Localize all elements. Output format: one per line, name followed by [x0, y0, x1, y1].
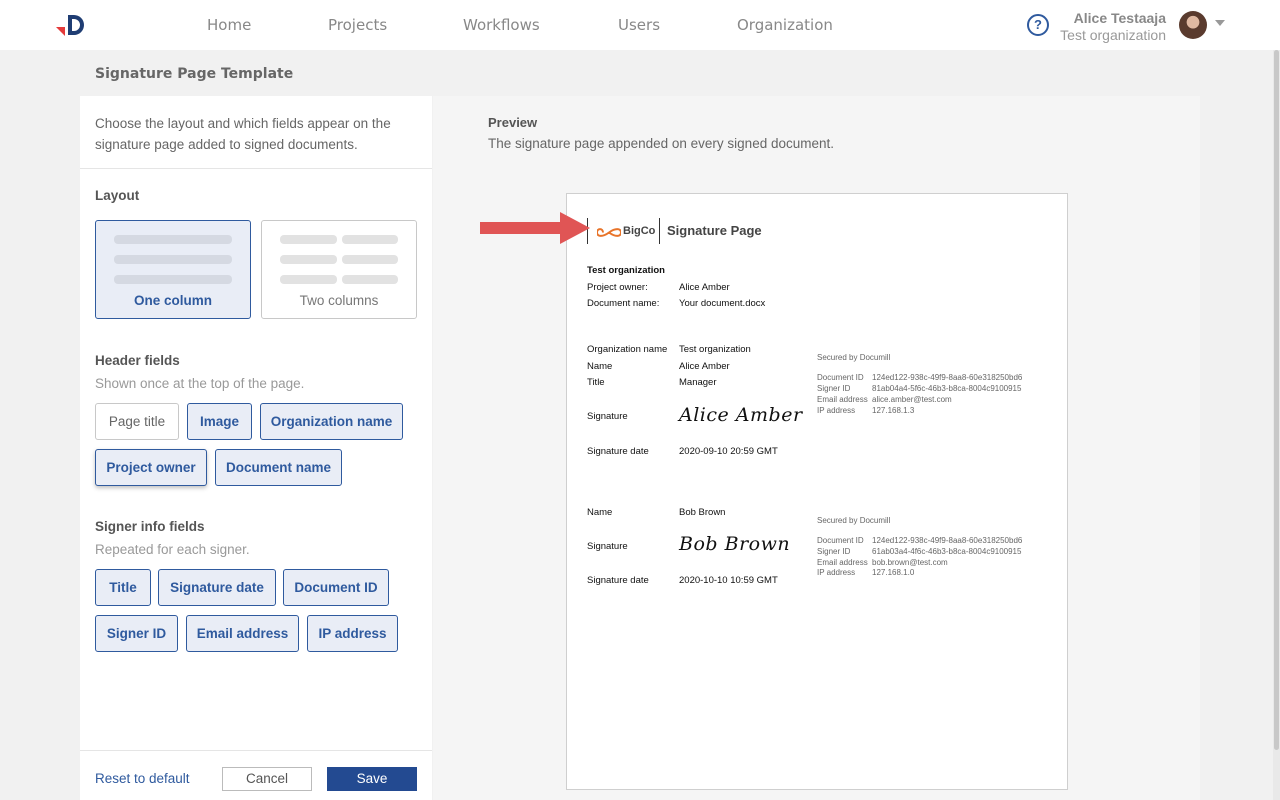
chip-ip-address[interactable]: IP address [307, 615, 398, 652]
doc-label: Project owner: [587, 282, 648, 293]
chip-image[interactable]: Image [187, 403, 252, 440]
meta-value: 61ab03a4-4f6c-46b3-b8ca-8004c9100915 [872, 547, 1022, 556]
doc-label: Document name: [587, 298, 660, 309]
preview-title: Preview [488, 115, 538, 130]
layout-preview-bar [342, 255, 398, 264]
meta-label: Document ID [817, 373, 864, 382]
nav-projects[interactable]: Projects [328, 16, 387, 34]
meta-label: Signer ID [817, 547, 851, 556]
meta-label: IP address [817, 568, 856, 577]
chevron-down-icon[interactable] [1215, 20, 1225, 26]
doc-value: Test organization [679, 344, 751, 355]
doc-label: Signature date [587, 446, 649, 457]
nav-organization[interactable]: Organization [737, 16, 833, 34]
meta-value: 81ab04a4-5f6c-46b3-b8ca-8004c9100915 [872, 384, 1022, 393]
page-title: Signature Page Template [95, 66, 294, 82]
layout-preview-bar [280, 255, 337, 264]
doc-label: Title [587, 377, 605, 388]
chip-document-name[interactable]: Document name [215, 449, 342, 486]
nav-workflows[interactable]: Workflows [463, 16, 540, 34]
chip-signer-id[interactable]: Signer ID [95, 615, 178, 652]
meta-value: 124ed122-938c-49f9-8aa8-60e318250bd6 [872, 536, 1023, 545]
header-fields-title: Header fields [95, 353, 180, 368]
meta-value: bob.brown@test.com [872, 558, 948, 567]
header-fields-subtitle: Shown once at the top of the page. [95, 376, 305, 391]
chip-signature-date[interactable]: Signature date [158, 569, 276, 606]
user-organization: Test organization [1060, 27, 1166, 43]
panel-footer: Reset to default Cancel Save [80, 750, 432, 800]
layout-preview-bar [114, 235, 232, 244]
secured-by-label: Secured by Documill [817, 516, 891, 525]
doc-value: Alice Amber [679, 361, 730, 372]
signature-page-preview: BigCo Signature Page Test organization P… [566, 193, 1068, 790]
settings-panel: Choose the layout and which fields appea… [80, 96, 432, 800]
signature-bob: Bob Brown [679, 533, 791, 555]
top-nav: Home Projects Workflows Users Organizati… [0, 0, 1280, 50]
layout-one-column[interactable]: One column [95, 220, 251, 319]
layout-two-columns[interactable]: Two columns [261, 220, 417, 319]
chip-project-owner[interactable]: Project owner [95, 449, 207, 486]
header-rule [659, 218, 660, 244]
annotation-arrow-icon [480, 212, 590, 244]
divider [80, 168, 432, 169]
doc-org-heading: Test organization [587, 265, 665, 276]
cancel-button[interactable]: Cancel [222, 767, 312, 791]
secured-by-label: Secured by Documill [817, 353, 891, 362]
doc-label: Signature date [587, 575, 649, 586]
meta-value: 124ed122-938c-49f9-8aa8-60e318250bd6 [872, 373, 1023, 382]
doc-label: Signature [587, 541, 628, 552]
layout-section-title: Layout [95, 188, 140, 203]
doc-value: Manager [679, 377, 717, 388]
doc-label: Name [587, 507, 613, 518]
layout-preview-bar [280, 275, 337, 284]
layout-preview-bar [114, 275, 232, 284]
chip-email-address[interactable]: Email address [186, 615, 299, 652]
save-button[interactable]: Save [327, 767, 417, 791]
doc-label: Signature [587, 411, 628, 422]
layout-preview-bar [280, 235, 337, 244]
brand-logo-icon [597, 228, 621, 237]
doc-value: 2020-10-10 10:59 GMT [679, 575, 778, 586]
meta-label: Document ID [817, 536, 864, 545]
panel-intro: Choose the layout and which fields appea… [95, 116, 391, 152]
nav-home[interactable]: Home [207, 16, 251, 34]
help-icon[interactable]: ? [1027, 14, 1049, 36]
doc-value: Bob Brown [679, 507, 726, 518]
layout-preview-bar [342, 275, 398, 284]
doc-label: Name [587, 361, 613, 372]
doc-label: Organization name [587, 344, 668, 355]
meta-label: Email address [817, 558, 868, 567]
user-name[interactable]: Alice Testaaja [1074, 10, 1166, 26]
meta-label: IP address [817, 406, 856, 415]
brand-name: BigCo [623, 225, 656, 237]
meta-value: 127.168.1.0 [872, 568, 915, 577]
meta-value: alice.amber@test.com [872, 395, 952, 404]
chip-document-id[interactable]: Document ID [283, 569, 389, 606]
scrollbar-thumb[interactable] [1274, 50, 1279, 750]
meta-label: Email address [817, 395, 868, 404]
chip-title[interactable]: Title [95, 569, 151, 606]
nav-users[interactable]: Users [618, 16, 660, 34]
preview-panel: Preview The signature page appended on e… [433, 96, 1200, 800]
signature-alice: Alice Amber [679, 404, 803, 426]
layout-label: Two columns [299, 293, 379, 308]
signer-fields-title: Signer info fields [95, 519, 205, 534]
layout-label: One column [133, 293, 212, 308]
app-logo-icon[interactable] [56, 12, 88, 38]
signature-page-title: Signature Page [667, 223, 762, 238]
doc-value: Your document.docx [679, 298, 766, 309]
meta-value: 127.168.1.3 [872, 406, 915, 415]
preview-subtitle: The signature page appended on every sig… [488, 136, 834, 151]
doc-value: 2020-09-10 20:59 GMT [679, 446, 778, 457]
doc-value: Alice Amber [679, 282, 730, 293]
signer-fields-subtitle: Repeated for each signer. [95, 542, 250, 557]
layout-preview-bar [114, 255, 232, 264]
layout-preview-bar [342, 235, 398, 244]
chip-page-title[interactable]: Page title [95, 403, 179, 440]
reset-to-default-link[interactable]: Reset to default [95, 771, 190, 786]
chip-organization-name[interactable]: Organization name [260, 403, 403, 440]
meta-label: Signer ID [817, 384, 851, 393]
avatar[interactable] [1179, 11, 1207, 39]
